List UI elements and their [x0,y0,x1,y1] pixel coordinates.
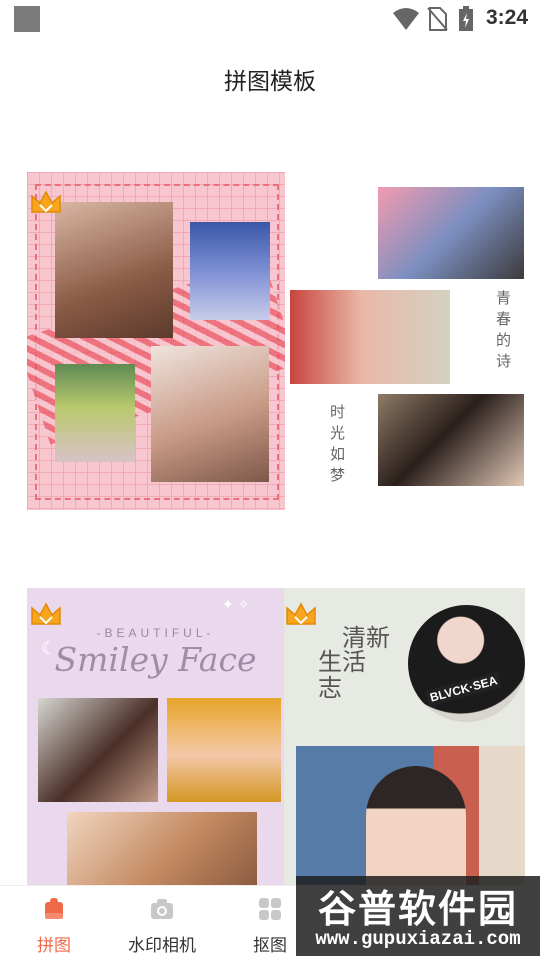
status-bar: 3:24 [0,0,540,40]
battery-charging-icon [459,6,473,31]
caption-beautiful: -BEAUTIFUL- [96,626,215,640]
collage-photo-3 [55,364,135,462]
template-card-2[interactable]: -BEAUTIFUL- Smiley Face ☾ ✦ ✧ [27,588,284,888]
collage-photo-10 [67,812,257,888]
page-title: 拼图模板 [224,68,316,94]
caption-zhi: 志 [318,674,342,702]
illustration-face [366,766,466,888]
collage-photo-7 [378,394,524,486]
watermark-title: 谷普软件园 [317,889,518,931]
camera-icon [151,899,173,919]
crown-icon [31,190,61,213]
moon-icon: ☾ [41,638,58,658]
collage-photo-12 [296,746,525,888]
template-card-1[interactable] [27,172,285,510]
notification-icon [14,6,40,32]
star-icon: ✦ ✧ [222,596,250,612]
collage-photo-9 [167,698,281,802]
collage-photo-6 [290,290,450,384]
nav-label: 拼图 [37,936,71,955]
shirt-text: BLVCK·SEA [425,671,502,707]
status-time: 3:24 [485,6,528,29]
template-card-1b[interactable]: 青春的诗 时光如梦 [285,172,530,510]
site-watermark: 谷普软件园 www.gupuxiazai.com [296,876,540,956]
crown-icon [286,602,316,625]
caption-shenghuo: 生活 [318,648,366,676]
puzzle-icon [45,898,63,919]
nav-item-watermark-camera[interactable]: 水印相机 [112,886,212,961]
nav-item-puzzle[interactable]: 拼图 [14,886,94,961]
template-card-2b[interactable]: 清新 生活 志 BLVCK·SEA [284,588,525,888]
collage-photo-8 [38,698,158,802]
collage-photo-5 [378,187,524,279]
wifi-icon [393,8,419,30]
collage-photo-1 [55,202,173,338]
caption-qingxin: 清新 [342,624,390,652]
collage-photo-11: BLVCK·SEA [408,605,525,722]
collage-photo-4 [151,346,269,482]
vertical-caption-2: 时光如梦 [328,404,346,488]
no-sim-icon [427,7,448,31]
watermark-url: www.gupuxiazai.com [315,928,521,950]
collage-photo-2 [190,222,270,320]
nav-label: 水印相机 [128,936,196,955]
grid-icon [259,898,281,920]
caption-smiley-face: Smiley Face [54,640,257,679]
vertical-caption-1: 青春的诗 [494,290,512,374]
